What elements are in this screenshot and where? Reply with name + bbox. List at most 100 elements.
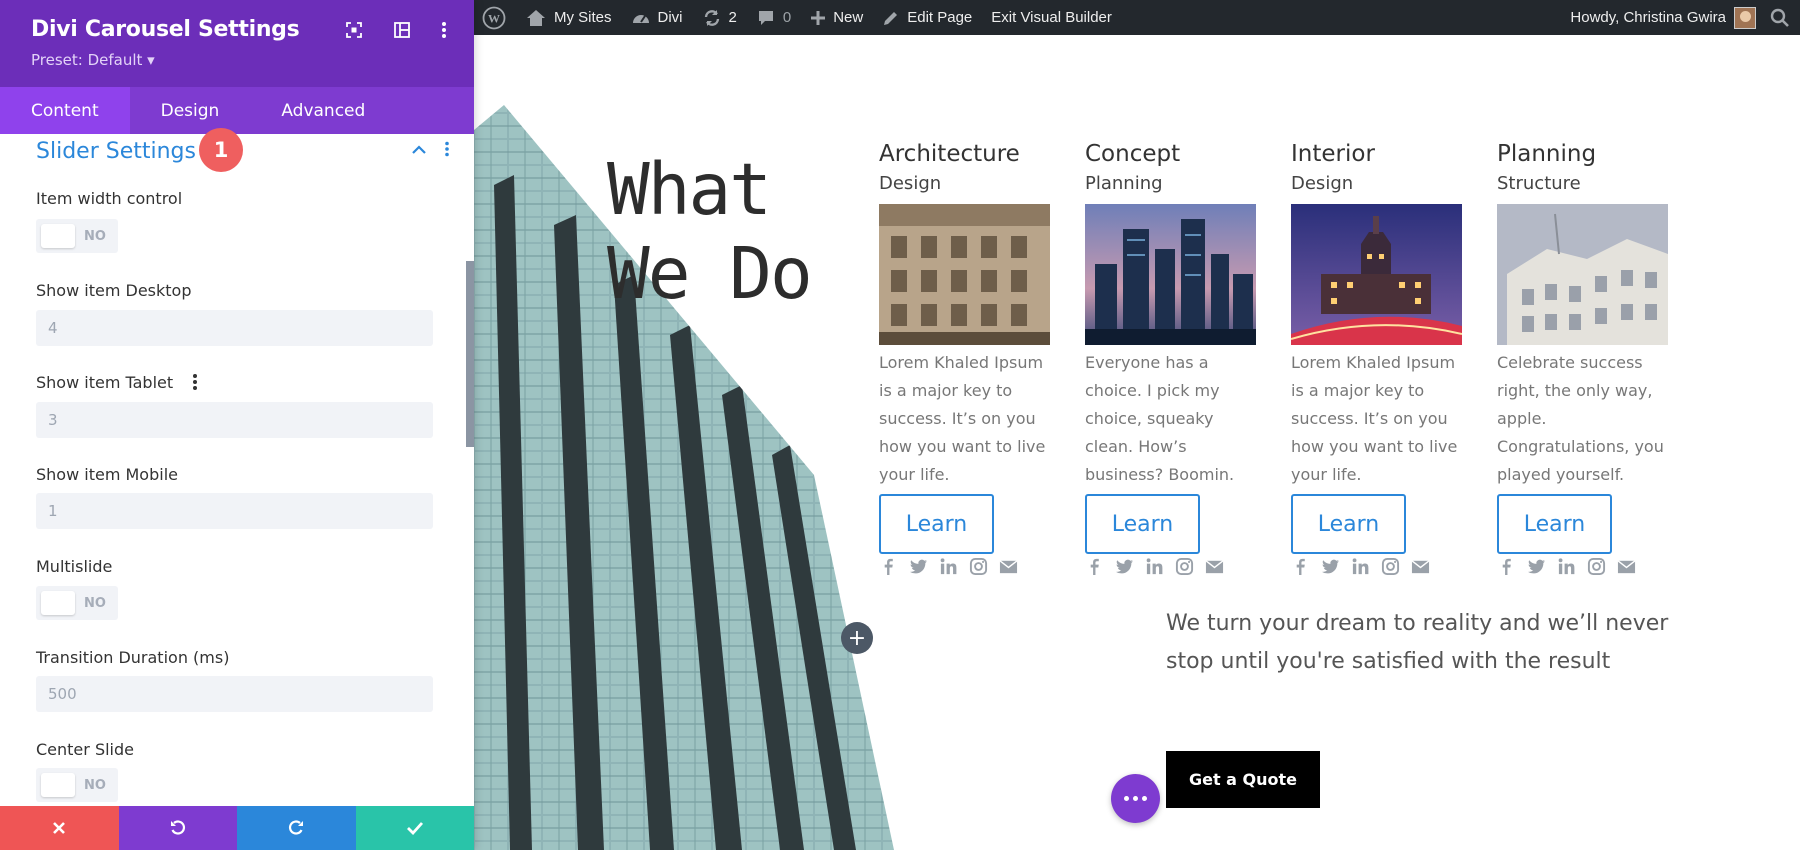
panel-footer (0, 806, 474, 850)
fullscreen-icon[interactable] (343, 19, 365, 41)
exit-builder-label: Exit Visual Builder (991, 9, 1112, 26)
linkedin-icon[interactable] (1145, 557, 1164, 576)
save-button[interactable] (355, 806, 474, 850)
card-title: Architecture (879, 141, 1020, 167)
learn-button[interactable]: Learn (879, 494, 994, 554)
updates-icon (704, 9, 719, 26)
avatar (1734, 6, 1756, 29)
more-options-icon[interactable] (433, 19, 455, 41)
carousel-card: Architecture Design Lorem Khaled Ipsum i… (879, 141, 1051, 578)
facebook-icon[interactable] (1497, 557, 1516, 576)
redo-button[interactable] (237, 806, 356, 850)
card-text: Everyone has a choice. I pick my choice,… (1085, 353, 1235, 484)
learn-button[interactable]: Learn (1497, 494, 1612, 554)
plus-icon (811, 10, 826, 25)
transition-duration-label: Transition Duration (ms) (36, 648, 230, 667)
show-item-mobile-input[interactable] (36, 493, 433, 529)
divi-menu[interactable]: Divi (631, 0, 683, 35)
updates-count: 2 (728, 9, 737, 26)
card-text: Lorem Khaled Ipsum is a major key to suc… (879, 353, 1046, 484)
my-sites-menu[interactable]: My Sites (525, 0, 612, 35)
section-title[interactable]: Slider Settings (36, 139, 196, 164)
card-text: Celebrate success right, the only way, a… (1497, 353, 1664, 484)
instagram-icon[interactable] (1381, 557, 1400, 576)
get-a-quote-button[interactable]: Get a Quote (1166, 751, 1320, 808)
card-image (1291, 204, 1462, 345)
tagline-text: We turn your dream to reality and we’ll … (1166, 611, 1669, 674)
comments-menu[interactable]: 0 (756, 0, 791, 35)
email-icon[interactable] (1205, 557, 1224, 576)
transition-duration-input[interactable] (36, 676, 433, 712)
exit-visual-builder-link[interactable]: Exit Visual Builder (991, 0, 1112, 35)
tab-design[interactable]: Design (130, 87, 251, 134)
item-width-control-label: Item width control (36, 189, 183, 208)
toggle-knob (41, 591, 75, 615)
twitter-icon[interactable] (909, 557, 928, 576)
twitter-icon[interactable] (1115, 557, 1134, 576)
hero-title: What We Do (607, 148, 813, 316)
toggle-state: NO (84, 229, 106, 244)
linkedin-icon[interactable] (1351, 557, 1370, 576)
card-subtitle: Planning (1085, 173, 1163, 194)
item-width-control-toggle[interactable]: NO (36, 219, 118, 253)
new-label: New (833, 9, 864, 26)
close-icon (53, 822, 66, 834)
toggle-knob (41, 773, 75, 797)
undo-button[interactable] (118, 806, 237, 850)
linkedin-icon[interactable] (1557, 557, 1576, 576)
split-view-icon[interactable] (391, 19, 413, 41)
section-menu-icon[interactable] (444, 141, 450, 162)
card-image (1497, 204, 1668, 345)
add-module-button[interactable]: + (841, 622, 873, 654)
facebook-icon[interactable] (879, 557, 898, 576)
new-menu[interactable]: New (810, 0, 863, 35)
settings-panel: Divi Carousel Settings Preset: Default ▾… (0, 0, 474, 850)
social-links (1291, 554, 1463, 578)
comments-count: 0 (782, 9, 792, 26)
linkedin-icon[interactable] (939, 557, 958, 576)
learn-button[interactable]: Learn (1291, 494, 1406, 554)
field-options-icon[interactable] (188, 372, 202, 397)
panel-resize-handle[interactable] (466, 261, 474, 447)
edit-page-link[interactable]: Edit Page (882, 0, 972, 35)
checkmark-icon (406, 822, 423, 835)
search-icon[interactable] (1770, 8, 1790, 33)
show-item-tablet-label: Show item Tablet (36, 373, 174, 392)
center-slide-label: Center Slide (36, 740, 134, 759)
redo-icon (289, 820, 304, 835)
center-slide-toggle[interactable]: NO (36, 768, 118, 802)
wordpress-menu[interactable]: W (482, 0, 506, 35)
twitter-icon[interactable] (1321, 557, 1340, 576)
instagram-icon[interactable] (969, 557, 988, 576)
builder-options-button[interactable] (1111, 774, 1160, 823)
dot-icon (1142, 796, 1147, 801)
tab-advanced[interactable]: Advanced (250, 87, 396, 134)
howdy-label: Howdy, Christina Gwira (1570, 9, 1726, 26)
multislide-toggle[interactable]: NO (36, 586, 118, 620)
plus-icon: + (847, 625, 867, 651)
card-subtitle: Structure (1497, 173, 1581, 194)
facebook-icon[interactable] (1291, 557, 1310, 576)
carousel-card: Concept Planning Everyone has a choice. … (1085, 141, 1257, 578)
dashboard-gauge-icon (632, 14, 649, 23)
preset-selector[interactable]: Preset: Default ▾ (31, 51, 155, 69)
discard-button[interactable] (0, 806, 119, 850)
undo-icon (170, 820, 185, 835)
chevron-up-icon[interactable] (411, 142, 427, 160)
email-icon[interactable] (999, 557, 1018, 576)
account-menu[interactable]: Howdy, Christina Gwira (1570, 0, 1756, 35)
social-links (1085, 554, 1257, 578)
twitter-icon[interactable] (1527, 557, 1546, 576)
instagram-icon[interactable] (1175, 557, 1194, 576)
email-icon[interactable] (1411, 557, 1430, 576)
show-item-desktop-input[interactable] (36, 310, 433, 346)
card-title: Concept (1085, 141, 1181, 167)
show-item-tablet-input[interactable] (36, 402, 433, 438)
instagram-icon[interactable] (1587, 557, 1606, 576)
facebook-icon[interactable] (1085, 557, 1104, 576)
email-icon[interactable] (1617, 557, 1636, 576)
updates-menu[interactable]: 2 (702, 0, 737, 35)
learn-button[interactable]: Learn (1085, 494, 1200, 554)
social-links (879, 554, 1051, 578)
tab-content[interactable]: Content (0, 87, 130, 134)
